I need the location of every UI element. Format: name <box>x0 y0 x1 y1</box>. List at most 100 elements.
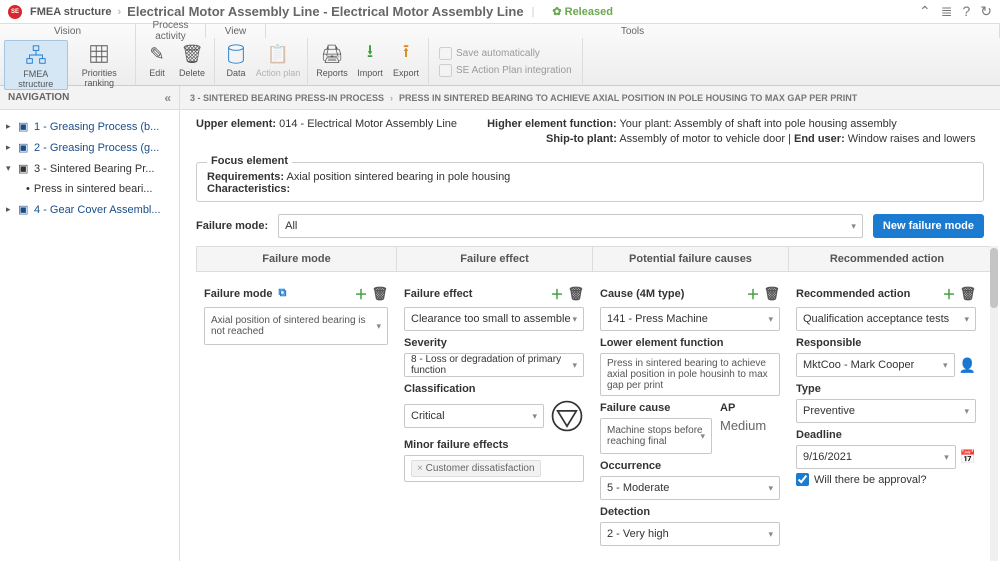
calendar-icon[interactable]: 📅 <box>960 449 976 465</box>
requirements-label: Requirements: <box>207 171 284 183</box>
label: Import <box>352 68 388 78</box>
minor-effects-input[interactable]: × Customer dissatisfaction <box>404 455 584 482</box>
tree-item-3-child[interactable]: •Press in sintered beari... <box>4 179 175 199</box>
reports-button[interactable]: 🖨 Reports <box>312 40 352 78</box>
app-logo-icon: SE <box>8 5 22 19</box>
add-effect-icon[interactable]: ＋ <box>550 284 563 303</box>
failure-mode-filter-dropdown[interactable]: All <box>278 214 863 238</box>
tree-item-3[interactable]: ▾▣3 - Sintered Bearing Pr... <box>4 158 175 179</box>
status-badge: ✿ Released <box>552 5 613 18</box>
ap-label: AP <box>720 402 780 414</box>
add-cause-icon[interactable]: ＋ <box>746 284 759 303</box>
type-select[interactable]: Preventive <box>796 399 976 423</box>
action-plan-button: 📋 Action plan <box>253 40 303 78</box>
data-button[interactable]: Data <box>219 40 253 78</box>
label: Action plan <box>253 68 303 78</box>
higher-function-label: Higher element function: <box>487 118 617 130</box>
chevron-right-icon: › <box>390 93 393 103</box>
failure-cause-label: Failure cause <box>600 402 712 414</box>
failure-mode-input[interactable]: Axial position of sintered bearing is no… <box>204 307 388 345</box>
label: Edit <box>140 68 174 78</box>
scrollbar-thumb[interactable] <box>990 248 998 308</box>
collapse-nav-icon[interactable]: « <box>164 91 171 105</box>
ribbon-tab-view: View <box>206 24 266 38</box>
person-icon[interactable]: 👤 <box>959 357 976 374</box>
occurrence-label: Occurrence <box>600 460 780 472</box>
tree-item-2[interactable]: ▸▣2 - Greasing Process (g... <box>4 137 175 158</box>
hierarchy-icon <box>5 43 67 67</box>
failure-effect-label: Failure effect <box>404 288 472 300</box>
critical-target-icon <box>550 399 584 433</box>
delete-mode-icon[interactable]: 🗑 <box>371 286 388 302</box>
tree-item-1[interactable]: ▸▣1 - Greasing Process (b... <box>4 116 175 137</box>
detection-label: Detection <box>600 506 780 518</box>
delete-cause-icon[interactable]: 🗑 <box>763 286 780 302</box>
navigation-panel: NAVIGATION « ▸▣1 - Greasing Process (b..… <box>0 86 180 561</box>
delete-button[interactable]: 🗑 Delete <box>174 40 210 78</box>
end-user-label: End user: <box>794 133 845 145</box>
priorities-button[interactable]: Priorities ranking <box>68 40 131 88</box>
ribbon-tab-tools: Tools <box>266 24 1000 38</box>
ribbon: Vision Process activity View Tools FMEA … <box>0 24 1000 86</box>
export-button[interactable]: ⭱ Export <box>388 40 424 78</box>
upper-element-label: Upper element: <box>196 118 276 130</box>
list-icon[interactable]: ≣ <box>941 3 953 20</box>
breadcrumb-root[interactable]: FMEA structure <box>30 6 112 18</box>
failure-mode-filter-label: Failure mode: <box>196 220 268 232</box>
your-plant-label: Your plant: <box>619 118 671 130</box>
link-icon[interactable]: ⧉ <box>278 287 286 300</box>
deadline-label: Deadline <box>796 429 976 441</box>
refresh-icon[interactable]: ↻ <box>980 3 992 20</box>
occurrence-select[interactable]: 5 - Moderate <box>600 476 780 500</box>
focus-legend: Focus element <box>207 155 292 167</box>
delete-effect-icon[interactable]: 🗑 <box>567 286 584 302</box>
ship-to-label: Ship-to plant: <box>546 133 617 145</box>
new-failure-mode-button[interactable]: New failure mode <box>873 214 984 238</box>
help-icon[interactable]: ? <box>962 3 970 20</box>
status-text: Released <box>565 6 613 18</box>
end-user-value: Window raises and lowers <box>848 133 976 145</box>
failure-cause-input[interactable]: Machine stops before reaching final <box>600 418 712 454</box>
collapse-up-icon[interactable]: ⌃ <box>919 3 931 20</box>
failure-mode-label: Failure mode <box>204 288 272 300</box>
edit-button[interactable]: ✎ Edit <box>140 40 174 78</box>
lower-function-input[interactable]: Press in sintered bearing to achieve axi… <box>600 353 780 396</box>
approval-checkbox[interactable] <box>796 473 809 486</box>
deadline-input[interactable]: 9/16/2021 <box>796 445 956 469</box>
cause-select[interactable]: 141 - Press Machine <box>600 307 780 331</box>
severity-select[interactable]: 8 - Loss or degradation of primary funct… <box>404 353 584 377</box>
approval-label: Will there be approval? <box>814 474 927 486</box>
import-icon: ⭳ <box>352 42 388 66</box>
delete-action-icon[interactable]: 🗑 <box>959 286 976 302</box>
detection-select[interactable]: 2 - Very high <box>600 522 780 546</box>
col-failure-effect: Failure effect <box>397 247 593 271</box>
recommended-action-label: Recommended action <box>796 288 910 300</box>
import-button[interactable]: ⭳ Import <box>352 40 388 78</box>
add-mode-icon[interactable]: ＋ <box>354 284 367 303</box>
fmea-grid: Failure mode Failure effect Potential fa… <box>180 246 1000 561</box>
label: Data <box>219 68 253 78</box>
minor-effects-label: Minor failure effects <box>404 439 584 451</box>
classification-select[interactable]: Critical <box>404 404 544 428</box>
tree-item-4[interactable]: ▸▣4 - Gear Cover Assembl... <box>4 199 175 220</box>
add-action-icon[interactable]: ＋ <box>942 284 955 303</box>
failure-effect-select[interactable]: Clearance too small to assemble <box>404 307 584 331</box>
classification-label: Classification <box>404 383 584 395</box>
gear-icon: ✿ <box>552 5 561 18</box>
ap-value: Medium <box>720 418 780 433</box>
se-action-checkbox[interactable]: SE Action Plan integration <box>433 62 578 79</box>
col-failure-mode: Failure mode <box>197 247 397 271</box>
pencil-icon: ✎ <box>140 42 174 66</box>
label: Priorities ranking <box>68 68 131 88</box>
recommended-action-select[interactable]: Qualification acceptance tests <box>796 307 976 331</box>
cause-label: Cause (4M type) <box>600 288 684 300</box>
process-icon: ▣ <box>18 141 30 154</box>
export-icon: ⭱ <box>388 42 424 66</box>
save-auto-checkbox[interactable]: Save automatically <box>433 45 546 62</box>
characteristics-label: Characteristics: <box>207 183 290 195</box>
page-title: Electrical Motor Assembly Line - Electri… <box>127 4 523 19</box>
type-label: Type <box>796 383 976 395</box>
severity-label: Severity <box>404 337 584 349</box>
responsible-select[interactable]: MktCoo - Mark Cooper <box>796 353 955 377</box>
fmea-structure-button[interactable]: FMEA structure <box>4 40 68 90</box>
